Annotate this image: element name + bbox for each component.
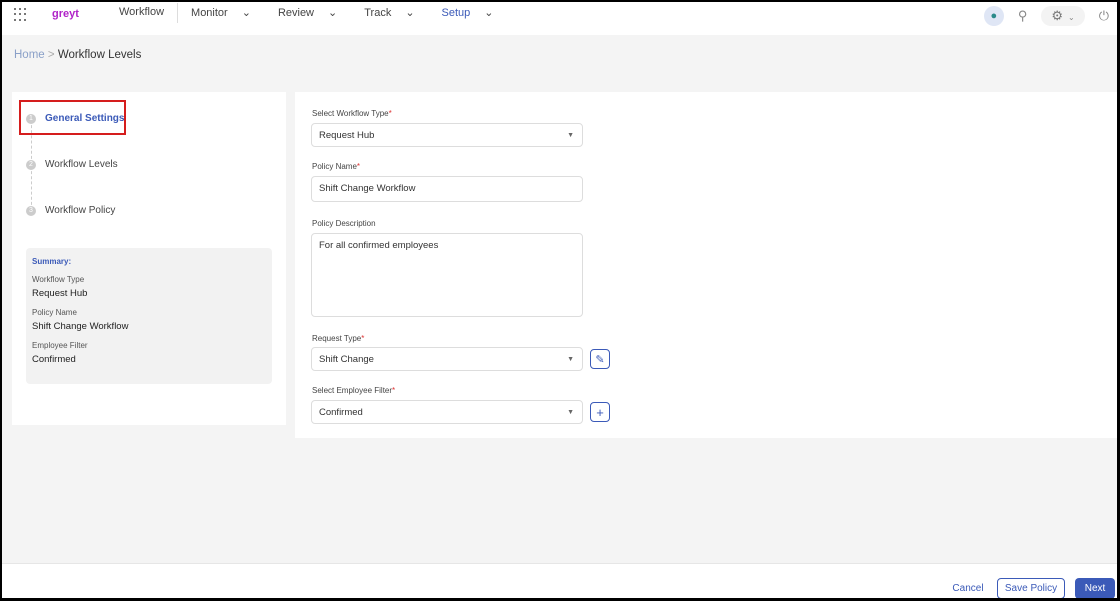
policy-name-label: Policy Name* <box>312 162 361 171</box>
summary-value: Confirmed <box>32 354 76 365</box>
nav-label: Monitor <box>191 7 228 19</box>
chevron-down-icon: ⌄ <box>405 7 415 19</box>
nav-track[interactable]: Track ⌄ <box>355 6 432 23</box>
dropdown-arrow-icon: ▼ <box>567 356 574 363</box>
workflow-type-label: Select Workflow Type* <box>312 109 392 118</box>
nav-monitor[interactable]: Monitor ⌄ <box>182 6 269 23</box>
workflow-type-select[interactable]: Request Hub ▼ <box>311 123 583 147</box>
summary-value: Request Hub <box>32 288 88 299</box>
power-icon[interactable]: ⏻ <box>1099 8 1109 24</box>
employee-filter-select[interactable]: Confirmed ▼ <box>311 400 583 424</box>
steps-panel: 1 General Settings 2 Workflow Levels 3 Work… <box>12 92 286 425</box>
summary-value: Shift Change Workflow <box>32 321 129 332</box>
step-label: Workflow Levels <box>45 159 118 170</box>
select-value: Request Hub <box>319 130 375 141</box>
form-panel: Select Workflow Type* Request Hub ▼ Polic… <box>295 92 1117 438</box>
footer-bar: Cancel Save Policy Next <box>2 563 1117 598</box>
employee-filter-label: Select Employee Filter* <box>312 386 396 395</box>
app-grid-icon[interactable] <box>14 8 28 22</box>
step-general-settings[interactable]: 1 General Settings <box>26 113 124 124</box>
select-value: Confirmed <box>319 407 363 418</box>
plus-icon: + <box>596 404 604 420</box>
nav-workflow[interactable]: Workflow <box>110 6 173 23</box>
step-number: 1 <box>26 113 36 124</box>
breadcrumb: Home > Workflow Levels <box>14 49 141 61</box>
step-label: Workflow Policy <box>45 205 116 216</box>
chevron-down-icon: ⌄ <box>484 7 494 19</box>
nav-review[interactable]: Review ⌄ <box>269 6 355 23</box>
chevron-down-icon: ⌄ <box>241 7 251 19</box>
settings-menu[interactable]: ⚙ ⌄ <box>1041 6 1085 26</box>
request-type-label: Request Type* <box>312 334 365 343</box>
chevron-down-icon: ⌄ <box>328 7 338 19</box>
top-nav-bar: greyt Workflow Monitor ⌄ Review ⌄ Track ⌄ S… <box>2 2 1117 35</box>
next-button[interactable]: Next <box>1075 578 1115 598</box>
summary-key: Workflow Type <box>32 275 85 284</box>
nav-setup[interactable]: Setup ⌄ <box>433 6 512 23</box>
dropdown-arrow-icon: ▼ <box>567 409 574 416</box>
policy-name-input[interactable]: Shift Change Workflow <box>311 176 583 202</box>
summary-key: Policy Name <box>32 308 77 317</box>
nav-label: Track <box>364 7 392 19</box>
logo[interactable]: greyt <box>52 8 79 20</box>
gear-icon: ⚙ <box>1051 8 1063 23</box>
nav-label: Setup <box>441 7 471 19</box>
summary-card: Summary: Workflow Type Request Hub Polic… <box>26 248 272 384</box>
breadcrumb-home[interactable]: Home <box>14 49 45 61</box>
edit-request-type-button[interactable]: ✎ <box>590 349 610 369</box>
summary-title: Summary: <box>32 257 72 266</box>
cancel-button[interactable]: Cancel <box>948 578 988 598</box>
breadcrumb-current: Workflow Levels <box>57 49 142 61</box>
summary-key: Employee Filter <box>32 341 88 350</box>
nav-divider <box>177 3 179 23</box>
select-value: Shift Change <box>319 354 374 365</box>
breadcrumb-separator: > <box>47 49 55 61</box>
save-policy-button[interactable]: Save Policy <box>997 578 1065 598</box>
step-workflow-policy[interactable]: 3 Workflow Policy <box>26 205 115 216</box>
user-avatar[interactable]: ● <box>983 6 1004 26</box>
policy-description-textarea[interactable]: For all confirmed employees <box>311 233 583 317</box>
policy-description-label: Policy Description <box>312 219 376 228</box>
app-window: greyt Workflow Monitor ⌄ Review ⌄ Track ⌄ S… <box>2 2 1117 598</box>
step-workflow-levels[interactable]: 2 Workflow Levels <box>26 159 118 170</box>
step-label: General Settings <box>45 113 125 124</box>
dropdown-arrow-icon: ▼ <box>567 132 574 139</box>
step-number: 2 <box>26 159 36 170</box>
add-employee-filter-button[interactable]: + <box>590 402 610 422</box>
request-type-select[interactable]: Shift Change ▼ <box>311 347 583 371</box>
search-icon[interactable]: ⚲ <box>1018 8 1028 24</box>
edit-icon: ✎ <box>595 353 605 366</box>
step-number: 3 <box>26 205 36 216</box>
chevron-down-icon: ⌄ <box>1068 13 1075 22</box>
nav-label: Review <box>277 7 315 19</box>
